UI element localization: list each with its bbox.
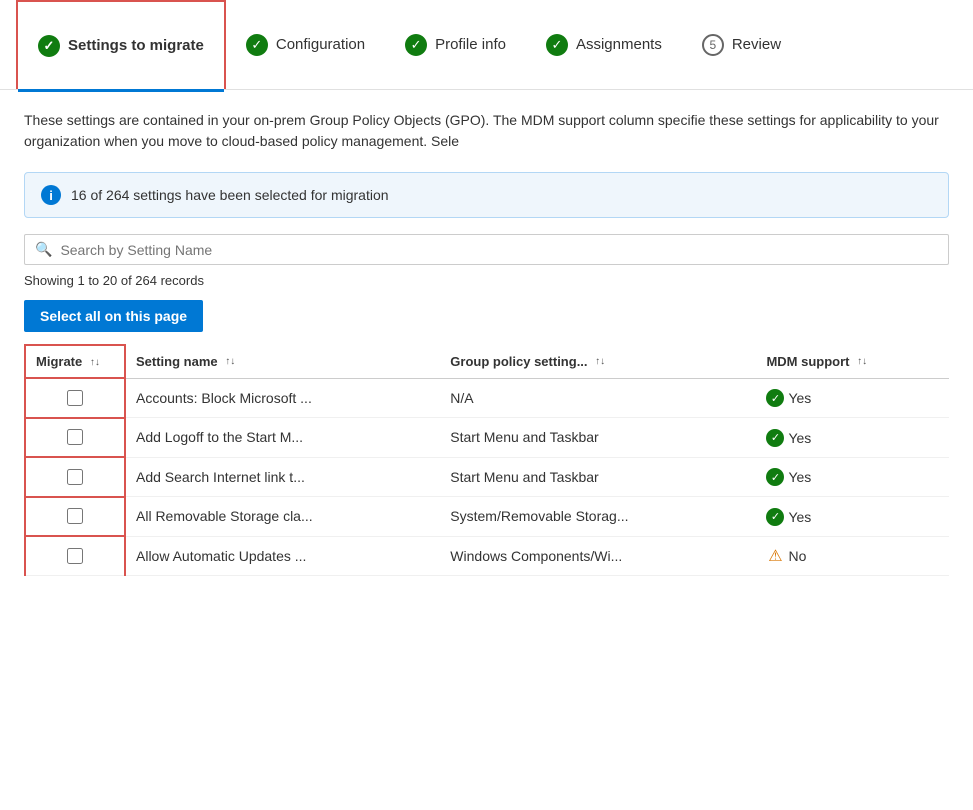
search-input[interactable] [60, 242, 938, 258]
mdm-yes-icon: ✓ [766, 389, 784, 407]
mdm-support-cell: ⚠No [756, 536, 949, 575]
banner-text: 16 of 264 settings have been selected fo… [71, 187, 389, 203]
setting-name-cell: All Removable Storage cla... [125, 497, 440, 537]
mdm-warning-icon: ⚠ [766, 547, 784, 565]
main-content: These settings are contained in your on-… [0, 90, 973, 596]
sort-arrows-migrate[interactable]: ↑↓ [90, 358, 100, 368]
setting-name-cell: Add Search Internet link t... [125, 457, 440, 497]
col-header-setting-name: Setting name ↑↓ [125, 345, 440, 378]
step-label: Settings to migrate [68, 37, 204, 54]
mdm-label: Yes [788, 469, 811, 485]
group-policy-cell: System/Removable Storag... [440, 497, 756, 537]
migrate-cell [25, 536, 125, 575]
mdm-support-cell: ✓Yes [756, 418, 949, 458]
setting-name-cell: Add Logoff to the Start M... [125, 418, 440, 458]
step-configuration[interactable]: ✓ Configuration [226, 0, 385, 89]
step-number: 5 [702, 34, 724, 56]
migrate-checkbox[interactable] [67, 548, 83, 564]
step-label: Assignments [576, 36, 662, 53]
sort-arrows-setting-name[interactable]: ↑↓ [225, 357, 235, 367]
mdm-yes-icon: ✓ [766, 429, 784, 447]
group-policy-cell: N/A [440, 378, 756, 418]
migrate-checkbox[interactable] [67, 469, 83, 485]
setting-name-cell: Accounts: Block Microsoft ... [125, 378, 440, 418]
mdm-label: Yes [788, 430, 811, 446]
table-row: Add Logoff to the Start M...Start Menu a… [25, 418, 949, 458]
step-assignments[interactable]: ✓ Assignments [526, 0, 682, 89]
step-review[interactable]: 5 Review [682, 0, 801, 89]
col-header-migrate: Migrate ↑↓ [25, 345, 125, 378]
migrate-cell [25, 418, 125, 458]
mdm-label: Yes [788, 509, 811, 525]
mdm-support-cell: ✓Yes [756, 457, 949, 497]
mdm-support-cell: ✓Yes [756, 497, 949, 537]
col-header-mdm-support: MDM support ↑↓ [756, 345, 949, 378]
group-policy-cell: Windows Components/Wi... [440, 536, 756, 575]
select-all-button[interactable]: Select all on this page [24, 300, 203, 332]
step-complete-icon: ✓ [246, 34, 268, 56]
migrate-checkbox[interactable] [67, 390, 83, 406]
search-bar: 🔍 [24, 234, 949, 265]
wizard-steps: ✓ Settings to migrate ✓ Configuration ✓ … [0, 0, 973, 90]
step-complete-icon: ✓ [38, 35, 60, 57]
table-row: Add Search Internet link t...Start Menu … [25, 457, 949, 497]
mdm-label: No [788, 548, 806, 564]
sort-arrows-mdm-support[interactable]: ↑↓ [857, 357, 867, 367]
info-icon: i [41, 185, 61, 205]
mdm-yes-icon: ✓ [766, 508, 784, 526]
step-label: Review [732, 36, 781, 53]
step-label: Configuration [276, 36, 365, 53]
settings-table: Migrate ↑↓ Setting name ↑↓ Group policy … [24, 344, 949, 576]
setting-name-cell: Allow Automatic Updates ... [125, 536, 440, 575]
table-row: Accounts: Block Microsoft ...N/A✓Yes [25, 378, 949, 418]
group-policy-cell: Start Menu and Taskbar [440, 457, 756, 497]
records-count: Showing 1 to 20 of 264 records [24, 273, 949, 288]
migrate-cell [25, 497, 125, 537]
mdm-support-cell: ✓Yes [756, 378, 949, 418]
step-profile-info[interactable]: ✓ Profile info [385, 0, 526, 89]
migrate-checkbox[interactable] [67, 429, 83, 445]
mdm-yes-icon: ✓ [766, 468, 784, 486]
mdm-label: Yes [788, 390, 811, 406]
step-complete-icon: ✓ [405, 34, 427, 56]
table-row: Allow Automatic Updates ...Windows Compo… [25, 536, 949, 575]
info-banner: i 16 of 264 settings have been selected … [24, 172, 949, 218]
description-text: These settings are contained in your on-… [24, 110, 949, 152]
migrate-cell [25, 378, 125, 418]
step-settings-to-migrate[interactable]: ✓ Settings to migrate [16, 0, 226, 89]
col-header-group-policy: Group policy setting... ↑↓ [440, 345, 756, 378]
migrate-checkbox[interactable] [67, 508, 83, 524]
step-complete-icon: ✓ [546, 34, 568, 56]
group-policy-cell: Start Menu and Taskbar [440, 418, 756, 458]
table-row: All Removable Storage cla...System/Remov… [25, 497, 949, 537]
migrate-cell [25, 457, 125, 497]
step-label: Profile info [435, 36, 506, 53]
search-icon: 🔍 [35, 241, 52, 258]
sort-arrows-group-policy[interactable]: ↑↓ [595, 357, 605, 367]
